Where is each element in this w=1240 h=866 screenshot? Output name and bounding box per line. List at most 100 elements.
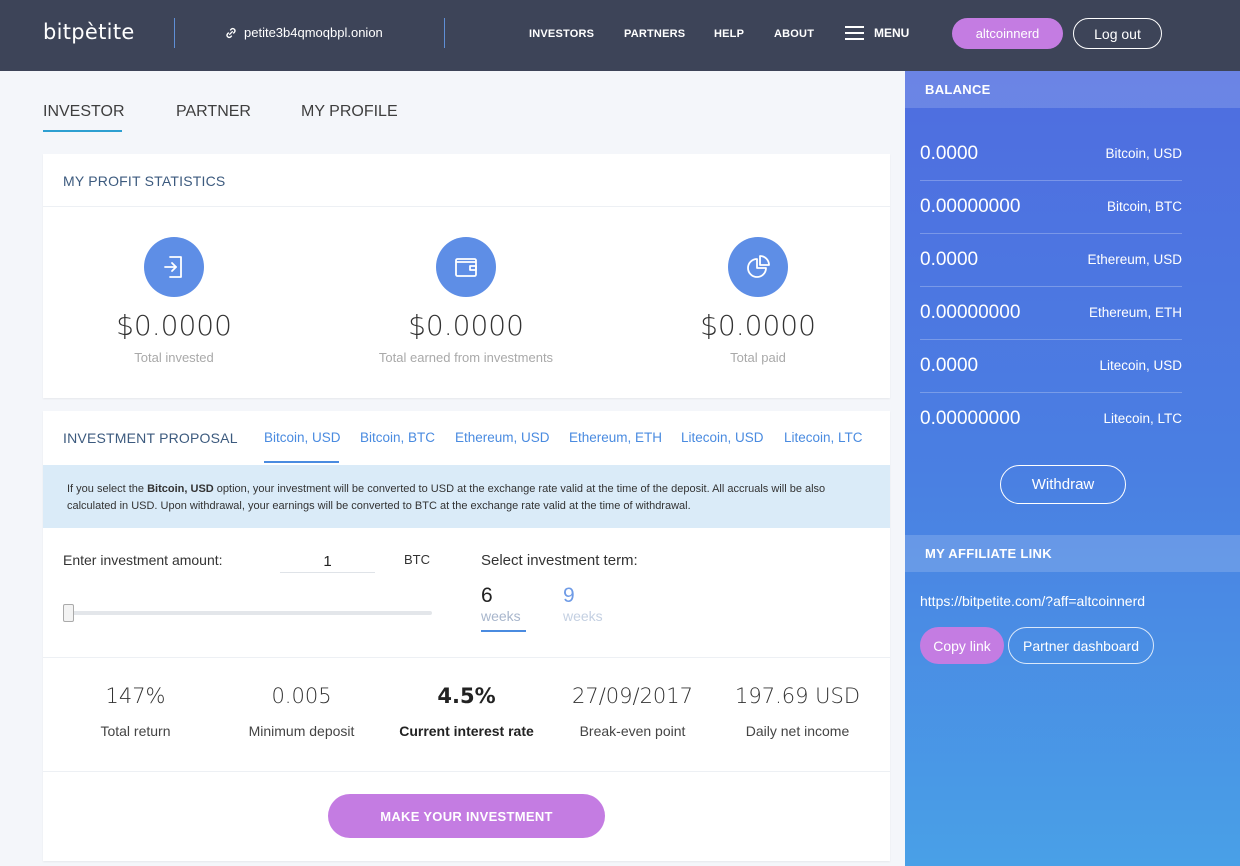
amount-slider-track[interactable] bbox=[63, 611, 432, 615]
term-unit: weeks bbox=[481, 608, 521, 624]
partner-dashboard-button[interactable]: Partner dashboard bbox=[1008, 627, 1154, 664]
sidebar: BALANCE 0.0000 Bitcoin, USD 0.00000000 B… bbox=[905, 71, 1240, 866]
card-divider bbox=[43, 657, 890, 658]
tab-my-profile[interactable]: MY PROFILE bbox=[301, 103, 398, 121]
currency-tab-litecoin-usd[interactable]: Litecoin, USD bbox=[681, 430, 764, 445]
balance-amount: 0.0000 bbox=[920, 248, 979, 270]
metric-label: Minimum deposit bbox=[248, 723, 355, 739]
balance-row: 0.00000000 Ethereum, ETH bbox=[920, 286, 1182, 339]
stat-total-invested: $0.0000 Total invested bbox=[44, 237, 304, 365]
balance-label: Ethereum, ETH bbox=[1088, 305, 1182, 320]
stat-value: $0.0000 bbox=[116, 309, 232, 342]
menu-label: MENU bbox=[874, 26, 910, 40]
info-text-bold: Bitcoin, USD bbox=[147, 483, 214, 495]
info-text-pre: If you select the bbox=[67, 483, 148, 495]
stat-total-paid: $0.0000 Total paid bbox=[628, 237, 888, 365]
copy-link-button[interactable]: Copy link bbox=[920, 627, 1004, 664]
onion-address-text: petite3b4qmoqbpl.onion bbox=[244, 25, 383, 40]
investment-amount-input[interactable] bbox=[280, 550, 375, 573]
term-unit: weeks bbox=[563, 608, 603, 624]
balance-amount: 0.00000000 bbox=[920, 301, 1021, 323]
metric-value: 147% bbox=[105, 684, 166, 708]
balance-amount: 0.00000000 bbox=[920, 195, 1021, 217]
balance-row: 0.0000 Litecoin, USD bbox=[920, 339, 1182, 392]
balance-label: Litecoin, USD bbox=[1099, 358, 1182, 373]
metric-current-interest-rate: 4.5% Current interest rate bbox=[384, 684, 549, 739]
metric-break-even-point: 27/09/2017 Break-even point bbox=[550, 684, 715, 739]
balance-amount: 0.00000000 bbox=[920, 407, 1021, 429]
metric-minimum-deposit: 0.005 Minimum deposit bbox=[219, 684, 384, 739]
metric-value: 197.69 USD bbox=[734, 684, 861, 708]
nav-about[interactable]: ABOUT bbox=[774, 28, 814, 40]
investment-proposal-title: INVESTMENT PROPOSAL bbox=[63, 430, 238, 446]
nav-partners[interactable]: PARTNERS bbox=[624, 28, 685, 40]
balance-amount: 0.0000 bbox=[920, 142, 979, 164]
metric-daily-net-income: 197.69 USD Daily net income bbox=[715, 684, 880, 739]
header-divider bbox=[174, 18, 175, 48]
active-tab-indicator bbox=[43, 130, 122, 132]
term-option-6-weeks[interactable]: 6 weeks bbox=[481, 584, 521, 624]
metric-label: Break-even point bbox=[579, 723, 686, 739]
pie-chart-icon bbox=[728, 237, 788, 297]
amount-slider-handle[interactable] bbox=[63, 604, 74, 622]
currency-tab-litecoin-ltc[interactable]: Litecoin, LTC bbox=[784, 430, 863, 445]
balance-label: Bitcoin, BTC bbox=[1106, 199, 1182, 214]
tab-partner[interactable]: PARTNER bbox=[176, 103, 251, 121]
hamburger-icon bbox=[845, 26, 864, 40]
investment-proposal-card: INVESTMENT PROPOSAL Bitcoin, USD Bitcoin… bbox=[43, 411, 890, 861]
stat-total-earned: $0.0000 Total earned from investments bbox=[336, 237, 596, 365]
link-icon bbox=[226, 27, 236, 38]
metric-label: Daily net income bbox=[745, 723, 850, 739]
balance-label: Bitcoin, USD bbox=[1105, 146, 1182, 161]
profit-statistics-title: MY PROFIT STATISTICS bbox=[63, 173, 226, 189]
make-investment-button[interactable]: MAKE YOUR INVESTMENT bbox=[328, 794, 605, 838]
currency-tab-bitcoin-btc[interactable]: Bitcoin, BTC bbox=[360, 430, 435, 445]
stat-label: Total invested bbox=[134, 350, 214, 365]
balance-title: BALANCE bbox=[905, 71, 1240, 108]
user-button[interactable]: altcoinnerd bbox=[952, 18, 1063, 49]
metric-value: 27/09/2017 bbox=[571, 684, 694, 708]
balance-row: 0.0000 Bitcoin, USD bbox=[920, 127, 1182, 180]
stat-value: $0.0000 bbox=[408, 309, 524, 342]
card-divider bbox=[43, 206, 890, 207]
balance-row: 0.0000 Ethereum, USD bbox=[920, 233, 1182, 286]
nav-investors[interactable]: INVESTORS bbox=[529, 28, 594, 40]
metric-value: 0.005 bbox=[271, 684, 332, 708]
header-divider bbox=[444, 18, 445, 48]
tab-investor[interactable]: INVESTOR bbox=[43, 103, 125, 121]
menu-button[interactable]: MENU bbox=[845, 26, 909, 40]
card-divider bbox=[43, 771, 890, 772]
balance-label: Ethereum, USD bbox=[1087, 252, 1182, 267]
affiliate-url[interactable]: https://bitpetite.com/?aff=altcoinnerd bbox=[920, 593, 1145, 609]
term-number: 6 bbox=[481, 584, 493, 607]
stat-label: Total earned from investments bbox=[378, 350, 554, 365]
profit-statistics-card: MY PROFIT STATISTICS $0.0000 Total inves… bbox=[43, 154, 890, 398]
wallet-icon bbox=[436, 237, 496, 297]
currency-tab-ethereum-usd[interactable]: Ethereum, USD bbox=[455, 430, 550, 445]
amount-unit: BTC bbox=[404, 552, 430, 567]
withdraw-button[interactable]: Withdraw bbox=[1000, 465, 1126, 504]
balance-row: 0.00000000 Litecoin, LTC bbox=[920, 392, 1182, 445]
logout-button[interactable]: Log out bbox=[1073, 18, 1162, 49]
amount-label: Enter investment amount: bbox=[63, 552, 223, 568]
balance-label: Litecoin, LTC bbox=[1103, 411, 1182, 426]
onion-address[interactable]: petite3b4qmoqbpl.onion bbox=[224, 25, 383, 40]
active-term-indicator bbox=[481, 630, 526, 632]
balance-amount: 0.0000 bbox=[920, 354, 979, 376]
metric-value: 4.5% bbox=[437, 684, 496, 708]
nav-help[interactable]: HELP bbox=[714, 28, 744, 40]
login-icon bbox=[144, 237, 204, 297]
metric-total-return: 147% Total return bbox=[53, 684, 218, 739]
top-bar: bitpètite petite3b4qmoqbpl.onion INVESTO… bbox=[0, 0, 1240, 71]
metric-label: Current interest rate bbox=[399, 723, 534, 739]
affiliate-title: MY AFFILIATE LINK bbox=[905, 535, 1240, 572]
stat-value: $0.0000 bbox=[700, 309, 816, 342]
active-currency-indicator bbox=[264, 461, 339, 463]
currency-tab-bitcoin-usd[interactable]: Bitcoin, USD bbox=[264, 430, 341, 445]
currency-tab-ethereum-eth[interactable]: Ethereum, ETH bbox=[569, 430, 662, 445]
term-option-9-weeks[interactable]: 9 weeks bbox=[563, 584, 603, 624]
stat-label: Total paid bbox=[730, 350, 786, 365]
metric-label: Total return bbox=[100, 723, 171, 739]
balance-row: 0.00000000 Bitcoin, BTC bbox=[920, 180, 1182, 233]
logo[interactable]: bitpètite bbox=[43, 20, 135, 44]
